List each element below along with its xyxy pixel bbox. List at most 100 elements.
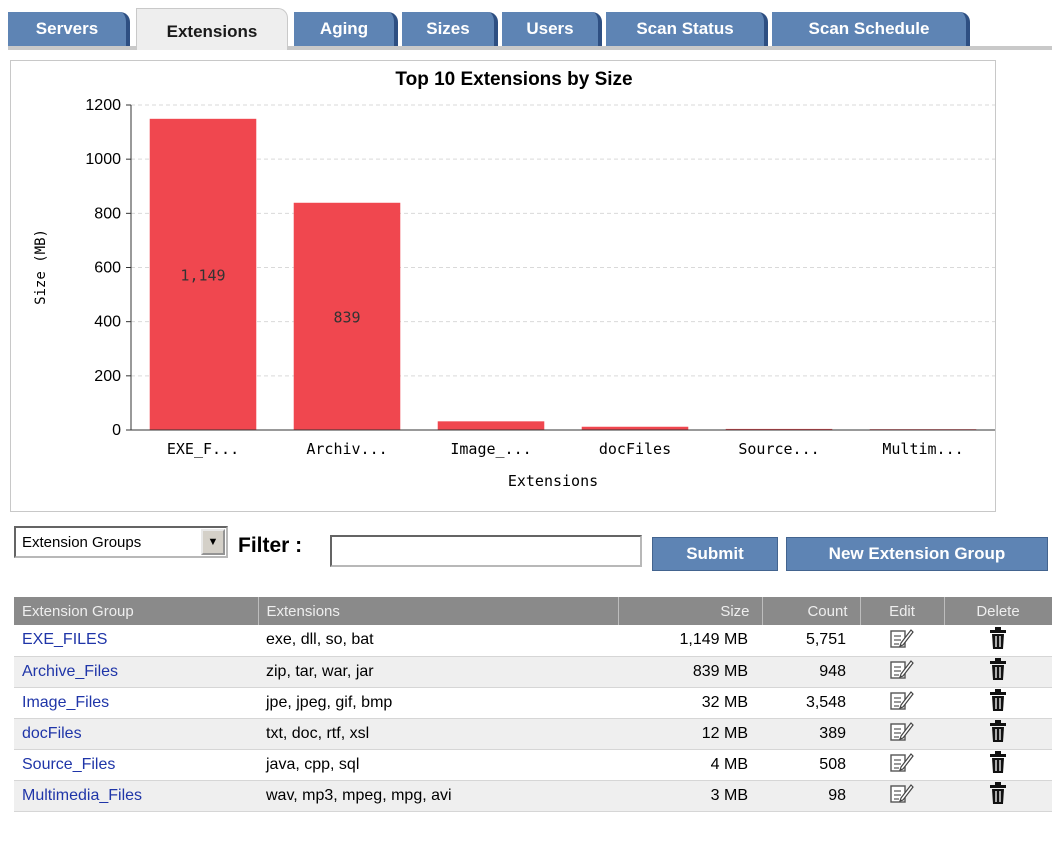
table-row: Source_Files java, cpp, sql 4 MB 508 xyxy=(14,749,1052,781)
bar[interactable] xyxy=(437,421,545,430)
count-cell: 508 xyxy=(762,749,860,781)
trash-icon[interactable] xyxy=(988,750,1008,779)
extension-group-link[interactable]: docFiles xyxy=(14,718,258,750)
extensions-cell: zip, tar, war, jar xyxy=(258,656,618,688)
edit-icon[interactable] xyxy=(889,658,915,685)
y-axis-ticks: 0 200 400 600 800 1000 1200 xyxy=(85,97,131,439)
x-tick-label: docFiles xyxy=(599,440,671,458)
filter-label: Filter : xyxy=(238,534,303,557)
y-tick-label: 800 xyxy=(94,205,121,222)
submit-button[interactable]: Submit xyxy=(652,537,778,571)
y-tick-label: 200 xyxy=(94,368,121,385)
size-cell: 1,149 MB xyxy=(618,625,762,657)
extension-group-link[interactable]: Multimedia_Files xyxy=(14,780,258,812)
delete-cell xyxy=(944,780,1052,812)
extension-groups-table: Extension Group Extensions Size Count Ed… xyxy=(14,597,1052,812)
delete-cell xyxy=(944,625,1052,657)
chart-title: Top 10 Extensions by Size xyxy=(395,69,632,90)
bar-chart: Top 10 Extensions by Size 0 200 400 600 800 1… xyxy=(33,69,995,490)
header-extension-group[interactable]: Extension Group xyxy=(14,597,259,625)
table-row: Multimedia_Files wav, mp3, mpeg, mpg, avi… xyxy=(14,780,1052,812)
chart-panel: Top 10 Extensions by Size 0 200 400 600 800 1… xyxy=(10,60,996,512)
table-row: EXE_FILES exe, dll, so, bat 1,149 MB 5,751 xyxy=(14,625,1052,657)
size-cell: 839 MB xyxy=(618,656,762,688)
size-cell: 32 MB xyxy=(618,687,762,719)
count-cell: 3,548 xyxy=(762,687,860,719)
tab-servers[interactable]: Servers xyxy=(8,12,130,46)
edit-icon[interactable] xyxy=(889,689,915,716)
count-cell: 5,751 xyxy=(762,625,860,657)
x-tick-label: Source... xyxy=(738,440,819,458)
select-value: Extension Groups xyxy=(22,533,142,551)
extensions-cell: exe, dll, so, bat xyxy=(258,625,618,657)
trash-icon[interactable] xyxy=(988,657,1008,686)
extension-group-link[interactable]: Archive_Files xyxy=(14,656,258,688)
count-cell: 389 xyxy=(762,718,860,750)
y-tick-label: 400 xyxy=(94,314,121,331)
size-cell: 4 MB xyxy=(618,749,762,781)
edit-icon[interactable] xyxy=(889,720,915,747)
x-tick-label: Archiv... xyxy=(306,440,387,458)
tab-users[interactable]: Users xyxy=(502,12,602,46)
trash-icon[interactable] xyxy=(988,688,1008,717)
edit-cell xyxy=(860,687,944,719)
header-delete: Delete xyxy=(944,597,1052,625)
extensions-cell: wav, mp3, mpeg, mpg, avi xyxy=(258,780,618,812)
x-tick-label: EXE_F... xyxy=(167,440,239,458)
extensions-cell: jpe, jpeg, gif, bmp xyxy=(258,687,618,719)
trash-icon[interactable] xyxy=(988,781,1008,810)
edit-icon[interactable] xyxy=(889,627,915,654)
extension-group-link[interactable]: EXE_FILES xyxy=(14,625,258,657)
edit-cell xyxy=(860,718,944,750)
y-tick-label: 0 xyxy=(112,422,121,439)
tab-bar: Servers Extensions Aging Sizes Users Sca… xyxy=(8,8,1052,50)
tab-scan-status[interactable]: Scan Status xyxy=(606,12,768,46)
extensions-cell: txt, doc, rtf, xsl xyxy=(258,718,618,750)
tab-scan-schedule[interactable]: Scan Schedule xyxy=(772,12,970,46)
edit-cell xyxy=(860,780,944,812)
edit-cell xyxy=(860,749,944,781)
extension-group-link[interactable]: Source_Files xyxy=(14,749,258,781)
x-tick-label: Multim... xyxy=(882,440,963,458)
header-count[interactable]: Count xyxy=(762,597,861,625)
header-edit: Edit xyxy=(860,597,945,625)
tab-aging[interactable]: Aging xyxy=(294,12,398,46)
trash-icon[interactable] xyxy=(988,719,1008,748)
y-tick-label: 1000 xyxy=(85,151,121,168)
table-body: EXE_FILES exe, dll, so, bat 1,149 MB 5,751 A… xyxy=(14,625,1052,812)
size-cell: 3 MB xyxy=(618,780,762,812)
delete-cell xyxy=(944,687,1052,719)
trash-icon[interactable] xyxy=(988,626,1008,655)
table-row: Image_Files jpe, jpeg, gif, bmp 32 MB 3,548 xyxy=(14,687,1052,719)
count-cell: 948 xyxy=(762,656,860,688)
new-extension-group-button[interactable]: New Extension Group xyxy=(786,537,1048,571)
header-size[interactable]: Size xyxy=(618,597,763,625)
tab-sizes[interactable]: Sizes xyxy=(402,12,498,46)
edit-icon[interactable] xyxy=(889,782,915,809)
grid-lines xyxy=(131,104,995,377)
delete-cell xyxy=(944,656,1052,688)
delete-cell xyxy=(944,749,1052,781)
chevron-down-icon[interactable]: ▼ xyxy=(201,529,225,555)
edit-cell xyxy=(860,625,944,657)
x-tick-label: Image_... xyxy=(450,440,531,458)
y-axis-label: Size (MB) xyxy=(33,229,49,305)
extension-group-link[interactable]: Image_Files xyxy=(14,687,258,719)
table-row: Archive_Files zip, tar, war, jar 839 MB 948 xyxy=(14,656,1052,688)
tab-extensions[interactable]: Extensions xyxy=(136,8,288,50)
edit-icon[interactable] xyxy=(889,751,915,778)
filter-input[interactable] xyxy=(330,535,642,567)
bar-data-label: 1,149 xyxy=(180,266,225,284)
bar-data-label: 839 xyxy=(333,308,360,326)
y-tick-label: 600 xyxy=(94,260,121,277)
table-row: docFiles txt, doc, rtf, xsl 12 MB 389 xyxy=(14,718,1052,750)
delete-cell xyxy=(944,718,1052,750)
edit-cell xyxy=(860,656,944,688)
bars: 1,149 839 xyxy=(149,118,977,431)
header-extensions[interactable]: Extensions xyxy=(258,597,619,625)
y-tick-label: 1200 xyxy=(85,97,121,114)
extension-type-select[interactable]: Extension Groups ▼ xyxy=(14,526,228,558)
x-axis-label: Extensions xyxy=(508,472,598,490)
size-cell: 12 MB xyxy=(618,718,762,750)
table-header-row: Extension Group Extensions Size Count Ed… xyxy=(14,597,1052,625)
